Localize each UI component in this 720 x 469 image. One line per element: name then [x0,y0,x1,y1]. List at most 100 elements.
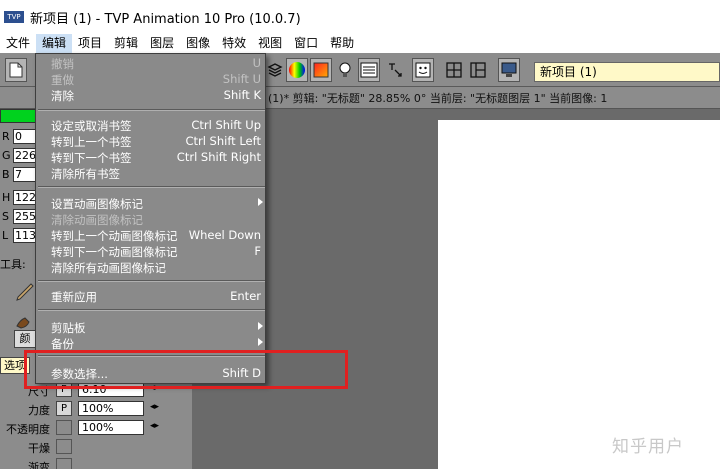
color-label: L [2,229,9,242]
menu-item-label: 撤销 [51,57,74,71]
grid-icon[interactable] [443,58,465,82]
param-opacity: 不透明度 100% ◂▸ [0,419,192,437]
menu-effects[interactable]: 特效 [216,34,252,53]
new-document-icon[interactable] [5,58,27,82]
menu-item-clear-all-frame-markers[interactable]: 清除所有动画图像标记 [36,259,265,275]
menu-item-prev-bookmark[interactable]: 转到上一个书签 Ctrl Shift Left [36,133,265,149]
menu-item-label: 设置动画图像标记 [51,197,143,211]
menu-item-label: 清除动画图像标记 [51,213,143,227]
color-label: H [2,191,11,204]
param-label: 力度 [28,404,50,417]
submenu-arrow-icon [258,338,263,346]
stepper-arrows-icon[interactable]: ◂▸ [150,402,159,412]
tools-label: 工具: [0,258,26,271]
menu-window[interactable]: 窗口 [288,34,324,53]
drawing-canvas[interactable] [438,120,720,469]
param-power: 力度 P 100% ◂▸ [0,400,192,418]
color-tab[interactable]: 颜 [14,330,36,348]
menu-item-label: 设定或取消书签 [51,119,132,133]
menu-separator [38,109,265,111]
param-checkbox[interactable] [56,439,72,454]
app-icon: TVP [4,11,24,23]
param-label: 渐变 [28,461,50,469]
param-checkbox[interactable] [56,458,72,469]
monitor-icon[interactable] [498,58,520,82]
brush-tool-icon[interactable] [14,307,34,329]
color-label: S [2,210,9,223]
menu-item-set-frame-marker[interactable]: 设置动画图像标记 [36,195,265,211]
window-title: 新项目 (1) - TVP Animation 10 Pro (10.0.7) [30,11,301,27]
pressure-toggle-button[interactable]: P [56,401,72,416]
menu-item-redo[interactable]: 重做 Shift U [36,71,265,87]
menu-image[interactable]: 图像 [180,34,216,53]
highlight-annotation [24,350,348,389]
menu-clip[interactable]: 剪辑 [108,34,144,53]
menu-help[interactable]: 帮助 [324,34,360,53]
menu-bar: 文件 编辑 项目 剪辑 图层 图像 特效 视图 窗口 帮助 [0,34,720,53]
color-row-s: S 255 [0,208,40,225]
menu-item-shortcut: Shift K [223,88,261,102]
color-row-r: R 0 [0,128,40,145]
param-dry: 干燥 [0,438,192,456]
menu-item-clear-frame-marker[interactable]: 清除动画图像标记 [36,211,265,227]
menu-item-next-frame-marker[interactable]: 转到下一个动画图像标记 F [36,243,265,259]
keyboard-icon[interactable] [358,58,380,82]
menu-item-shortcut: Wheel Down [188,228,261,242]
pencil-tool-icon[interactable] [14,281,34,301]
menu-item-clear-bookmarks[interactable]: 清除所有书签 [36,165,265,181]
gradient-swatch-icon[interactable] [310,58,332,82]
menu-item-label: 转到上一个动画图像标记 [51,229,178,243]
menu-item-label: 转到上一个书签 [51,135,132,149]
param-value-field[interactable]: 100% [78,401,144,416]
menu-item-label: 清除 [51,89,74,103]
transform-arrows-icon[interactable] [384,58,406,82]
color-wheel-icon[interactable] [286,58,308,82]
status-text: (1)* 剪辑: "无标题" 28.85% 0° 当前层: "无标题图层 1" … [268,92,608,105]
param-label: 不透明度 [6,423,50,436]
menu-item-backup[interactable]: 备份 [36,335,265,351]
submenu-arrow-icon [258,198,263,206]
menu-item-shortcut: Enter [230,289,261,303]
menu-file[interactable]: 文件 [0,34,36,53]
menu-layer[interactable]: 图层 [144,34,180,53]
menu-item-shortcut: Shift U [222,72,261,86]
menu-item-label: 剪贴板 [51,321,86,335]
menu-item-toggle-bookmark[interactable]: 设定或取消书签 Ctrl Shift Up [36,117,265,133]
param-checkbox[interactable] [56,420,72,435]
menu-edit[interactable]: 编辑 [36,34,73,53]
color-row-b: B 7 [0,166,40,183]
color-label: B [2,168,10,181]
menu-item-next-bookmark[interactable]: 转到下一个书签 Ctrl Shift Right [36,149,265,165]
lightbulb-icon[interactable] [334,58,356,82]
menu-item-label: 重做 [51,73,74,87]
menu-item-label: 清除所有动画图像标记 [51,261,166,275]
menu-item-label: 转到下一个书签 [51,151,132,165]
color-label: G [2,149,11,162]
param-value-field[interactable]: 100% [78,420,144,435]
menu-item-label: 转到下一个动画图像标记 [51,245,178,259]
color-row-l: L 113 [0,227,40,244]
project-name-field[interactable]: 新项目 (1) [534,62,720,82]
menu-item-prev-frame-marker[interactable]: 转到上一个动画图像标记 Wheel Down [36,227,265,243]
menu-view[interactable]: 视图 [252,34,288,53]
menu-item-reapply[interactable]: 重新应用 Enter [36,288,265,304]
stepper-arrows-icon[interactable]: ◂▸ [150,421,159,431]
menu-project[interactable]: 项目 [72,34,108,53]
watermark-text: 知乎用户 [612,437,684,457]
color-label: R [2,130,10,143]
current-color-swatch[interactable] [0,109,40,123]
layers-icon[interactable] [264,58,286,82]
menu-item-undo[interactable]: 撤销 U [36,55,265,71]
menu-item-clipboard[interactable]: 剪贴板 [36,319,265,335]
menu-separator [38,186,265,188]
color-row-g: G 226 [0,147,40,164]
menu-separator [38,309,265,311]
menu-item-shortcut: Ctrl Shift Left [185,134,261,148]
menu-separator [38,280,265,282]
face-icon[interactable] [412,58,434,82]
split-view-icon[interactable] [467,58,489,82]
param-label: 干燥 [28,442,50,455]
menu-item-shortcut: U [252,56,261,70]
menu-item-clear[interactable]: 清除 Shift K [36,87,265,103]
menu-item-label: 清除所有书签 [51,167,120,181]
